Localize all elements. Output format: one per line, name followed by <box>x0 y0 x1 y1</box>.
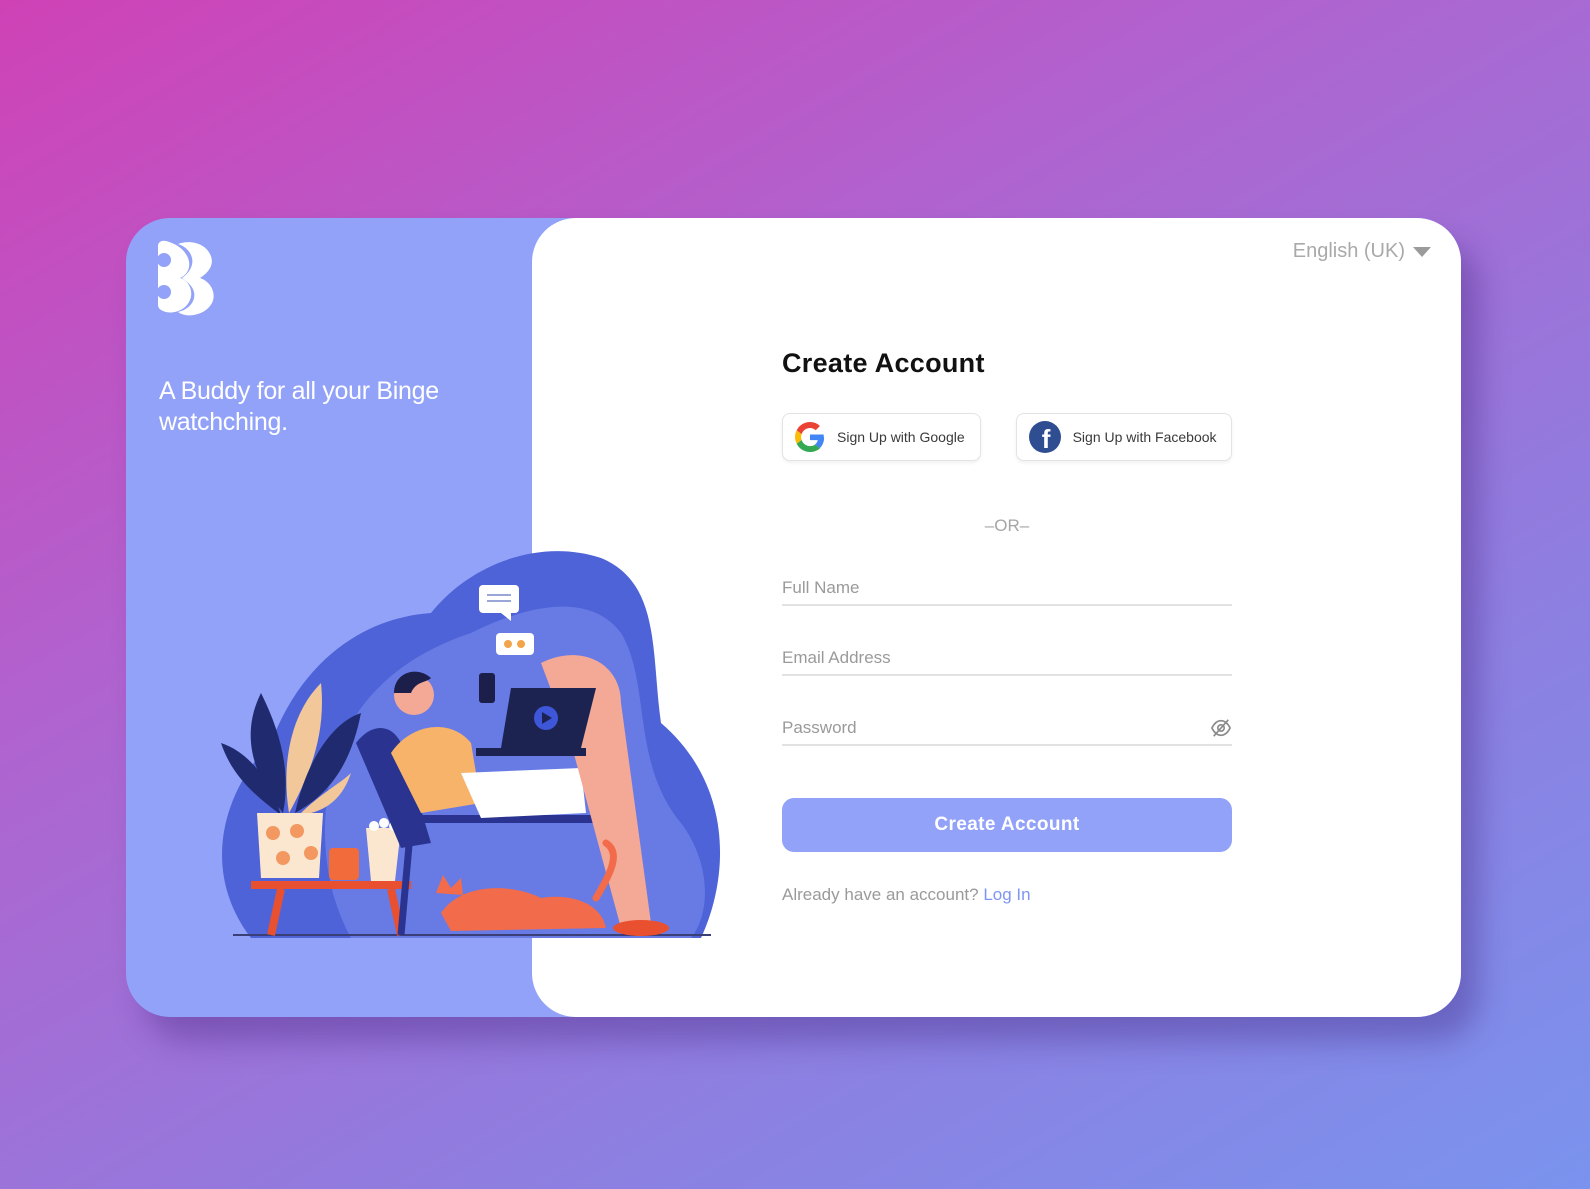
page-title: Create Account <box>782 348 985 378</box>
password-input[interactable] <box>782 706 1232 738</box>
tagline: A Buddy for all your Binge watchching. <box>159 377 439 436</box>
login-prompt-text: Already have an account? <box>782 885 984 904</box>
language-label: English (UK) <box>1292 240 1405 262</box>
binge-watching-illustration <box>221 551 721 938</box>
signup-form: Create Account Sign Up with Google f Sig… <box>782 348 1232 905</box>
facebook-signup-label: Sign Up with Facebook <box>1072 429 1217 445</box>
google-signup-label: Sign Up with Google <box>837 429 965 445</box>
google-signup-button[interactable]: Sign Up with Google <box>782 413 981 461</box>
create-account-button[interactable]: Create Account <box>782 798 1232 852</box>
language-selector[interactable]: English (UK) <box>1293 240 1431 263</box>
email-field <box>782 636 1232 676</box>
signup-card: A Buddy for all your Binge watchching. E… <box>126 218 1461 1017</box>
password-field <box>782 706 1232 746</box>
google-icon <box>795 422 825 452</box>
login-link[interactable]: Log In <box>983 885 1030 904</box>
facebook-signup-button[interactable]: f Sign Up with Facebook <box>1015 413 1232 461</box>
eye-off-icon[interactable] <box>1210 718 1232 738</box>
login-prompt: Already have an account? Log In <box>782 885 1232 905</box>
email-input[interactable] <box>782 636 1232 668</box>
facebook-icon: f <box>1028 421 1061 453</box>
bb-logo-icon <box>157 240 214 316</box>
social-signup-group: Sign Up with Google f Sign Up with Faceb… <box>782 413 1232 461</box>
full-name-field <box>782 566 1232 606</box>
chevron-down-icon <box>1413 246 1431 257</box>
full-name-input[interactable] <box>782 566 1232 598</box>
or-divider: –OR– <box>984 516 1030 535</box>
